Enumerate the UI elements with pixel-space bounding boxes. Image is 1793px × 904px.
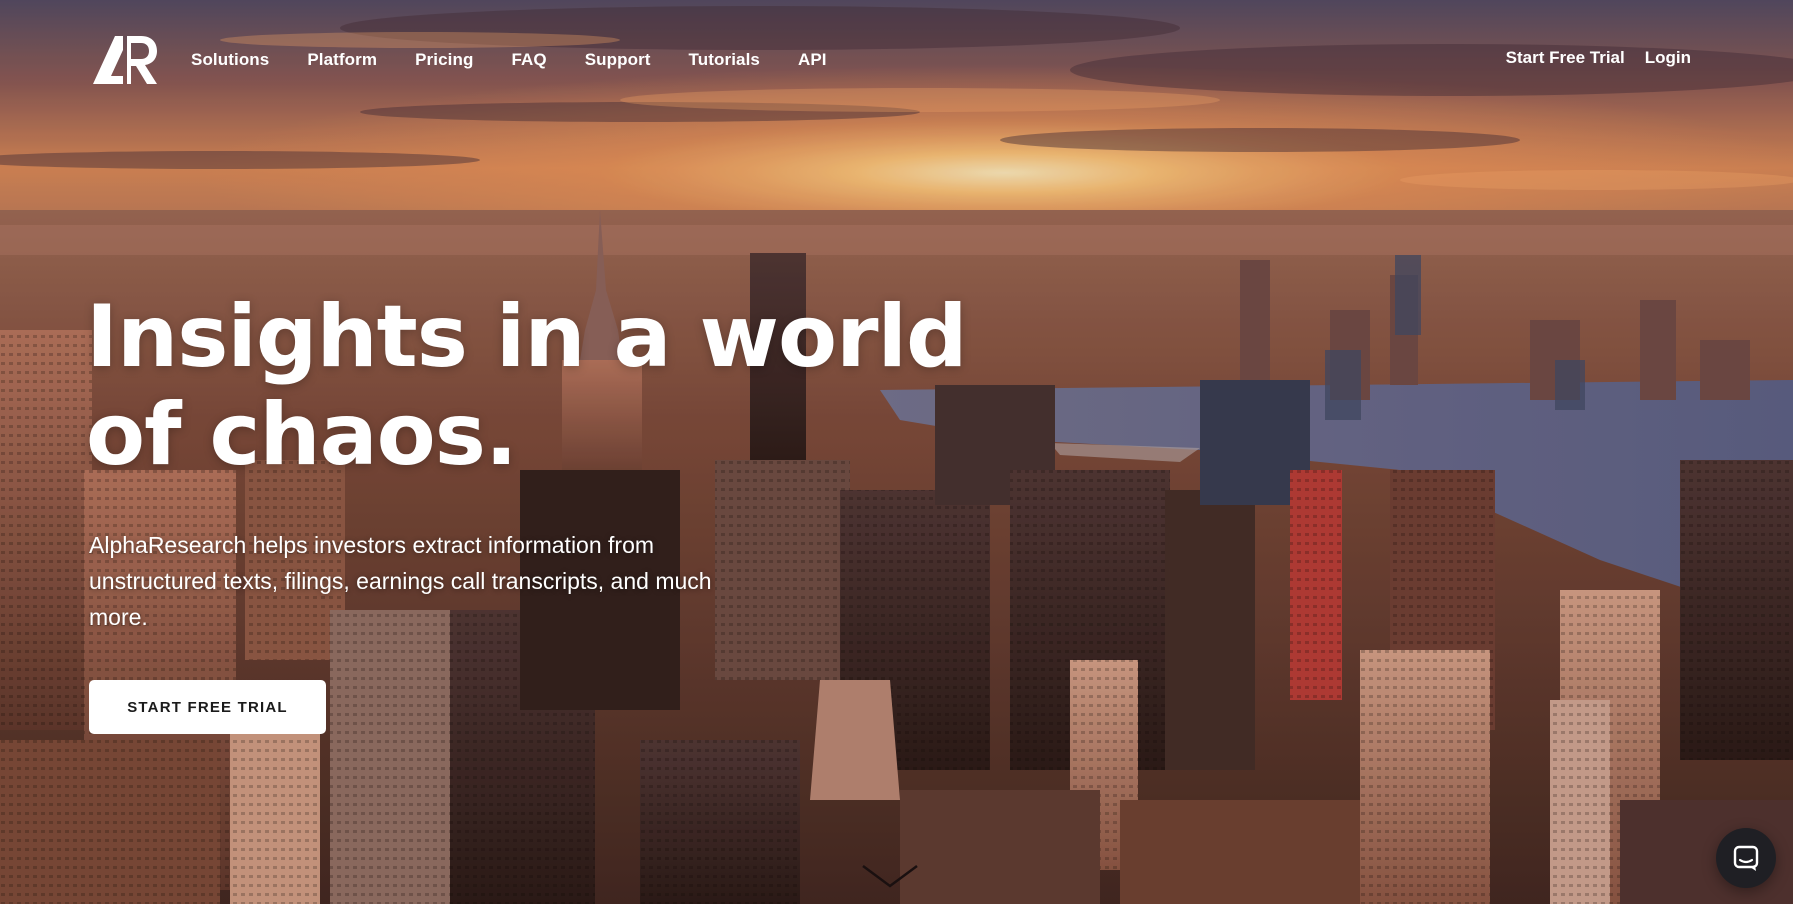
- hero-headline-line1: Insights in a world: [86, 287, 968, 387]
- nav-item-pricing[interactable]: Pricing: [396, 46, 492, 74]
- start-free-trial-button[interactable]: START FREE TRIAL: [89, 680, 326, 734]
- nav-item-tutorials[interactable]: Tutorials: [670, 46, 779, 74]
- nav-item-solutions[interactable]: Solutions: [172, 46, 288, 74]
- hero-headline-line2: of chaos.: [86, 385, 518, 485]
- login-link[interactable]: Login: [1645, 48, 1691, 68]
- chevron-down-icon[interactable]: [861, 862, 919, 890]
- nav-item-faq[interactable]: FAQ: [492, 46, 565, 74]
- nav-item-platform[interactable]: Platform: [288, 46, 396, 74]
- nav-item-api[interactable]: API: [779, 46, 846, 74]
- chat-bubble-icon: [1733, 845, 1759, 871]
- hero-headline: Insights in a world of chaos.: [86, 288, 986, 484]
- start-free-trial-link[interactable]: Start Free Trial: [1506, 48, 1625, 68]
- hero-section: Solutions Platform Pricing FAQ Support T…: [0, 0, 1793, 904]
- hero-description: AlphaResearch helps investors extract in…: [89, 532, 712, 630]
- nav-item-support[interactable]: Support: [566, 46, 670, 74]
- chat-launcher-button[interactable]: [1716, 828, 1776, 888]
- ar-logo-icon[interactable]: [93, 32, 159, 87]
- main-nav: Solutions Platform Pricing FAQ Support T…: [172, 46, 846, 74]
- account-nav: Start Free Trial Login: [1506, 48, 1691, 68]
